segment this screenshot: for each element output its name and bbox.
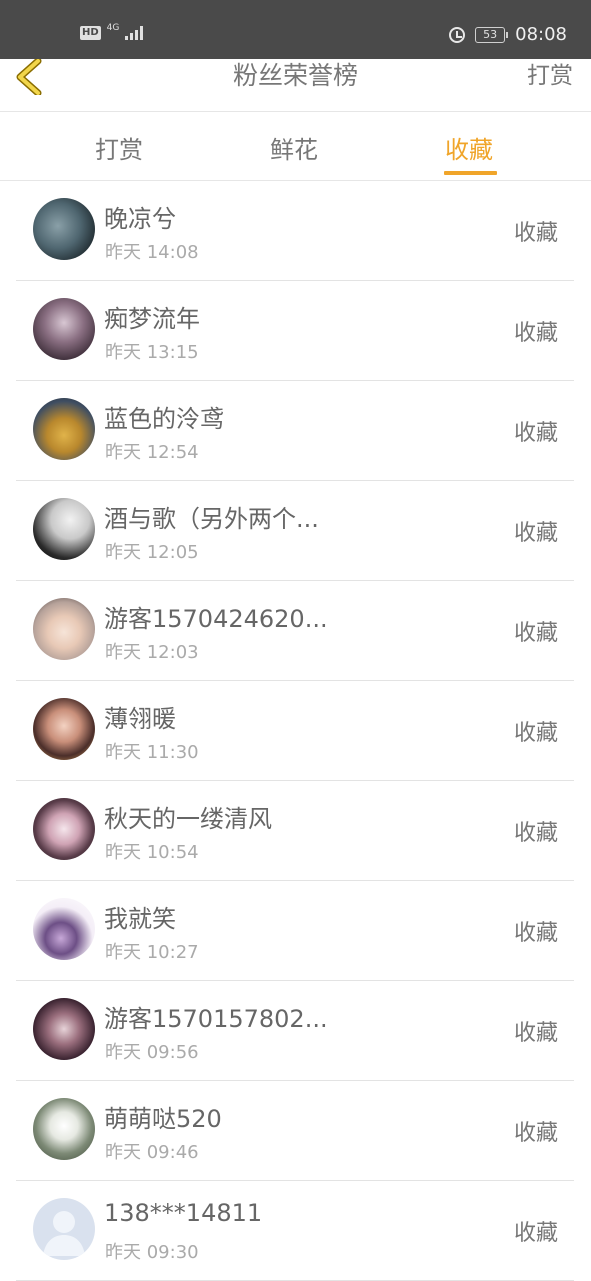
tab-flowers[interactable]: 鲜花 xyxy=(270,130,318,165)
fan-time: 昨天 12:05 xyxy=(105,542,199,563)
avatar xyxy=(33,1098,95,1160)
avatar xyxy=(33,998,95,1060)
default-avatar-icon xyxy=(43,1211,85,1256)
list-item[interactable]: 我就笑 昨天 10:27 收藏 xyxy=(16,881,574,981)
signal-icon xyxy=(125,26,144,40)
fan-action: 收藏 xyxy=(513,521,558,546)
tab-bar: 打赏 鲜花 收藏 xyxy=(0,112,591,181)
status-right: 53 08:08 xyxy=(449,24,567,45)
fan-name: 秋天的一缕清风 xyxy=(104,805,272,833)
list-item[interactable]: 酒与歌（另外两个... 昨天 12:05 收藏 xyxy=(16,481,574,581)
avatar xyxy=(33,598,95,660)
hd-badge: HD xyxy=(80,26,101,40)
avatar xyxy=(33,298,95,360)
fan-time: 昨天 13:15 xyxy=(105,342,199,363)
avatar xyxy=(33,798,95,860)
fan-action: 收藏 xyxy=(513,321,558,346)
fan-name: 游客1570424620... xyxy=(104,605,328,633)
fan-list: 晚凉兮 昨天 14:08 收藏 痴梦流年 昨天 13:15 收藏 蓝色的泠鸢 昨… xyxy=(16,181,574,1281)
fan-action: 收藏 xyxy=(513,421,558,446)
fan-name: 我就笑 xyxy=(104,905,176,933)
tab-active-indicator xyxy=(444,171,497,175)
list-item[interactable]: 游客1570157802... 昨天 09:56 收藏 xyxy=(16,981,574,1081)
fan-time: 昨天 09:46 xyxy=(105,1142,199,1163)
fan-time: 昨天 10:27 xyxy=(105,942,199,963)
fan-action: 收藏 xyxy=(513,921,558,946)
avatar xyxy=(33,698,95,760)
fan-time: 昨天 14:08 xyxy=(105,242,199,263)
status-bar: HD 4G 53 08:08 xyxy=(0,0,591,59)
fan-time: 昨天 09:56 xyxy=(105,1042,199,1063)
fan-name: 游客1570157802... xyxy=(104,1005,328,1033)
list-item[interactable]: 游客1570424620... 昨天 12:03 收藏 xyxy=(16,581,574,681)
battery-icon: 53 xyxy=(475,26,509,43)
fan-name: 薄翎暖 xyxy=(104,705,176,733)
fan-name: 痴梦流年 xyxy=(104,305,200,333)
avatar xyxy=(33,1198,95,1260)
list-item[interactable]: 秋天的一缕清风 昨天 10:54 收藏 xyxy=(16,781,574,881)
fan-name: 酒与歌（另外两个... xyxy=(104,505,319,533)
battery-level: 53 xyxy=(483,28,498,41)
fan-time: 昨天 12:54 xyxy=(105,442,199,463)
fan-name: 138***14811 xyxy=(104,1199,263,1227)
avatar xyxy=(33,898,95,960)
fan-time: 昨天 10:54 xyxy=(105,842,199,863)
status-left: HD 4G xyxy=(80,22,144,40)
page-title: 粉丝荣誉榜 xyxy=(232,61,358,90)
clock: 08:08 xyxy=(515,24,567,45)
fan-action: 收藏 xyxy=(513,221,558,246)
fan-action: 收藏 xyxy=(513,721,558,746)
tab-reward[interactable]: 打赏 xyxy=(95,130,143,165)
list-item[interactable]: 晚凉兮 昨天 14:08 收藏 xyxy=(16,181,574,281)
network-type: 4G xyxy=(106,22,120,33)
fan-action: 收藏 xyxy=(513,1221,558,1246)
fan-time: 昨天 09:30 xyxy=(105,1242,199,1263)
fan-time: 昨天 11:30 xyxy=(105,742,199,763)
list-item[interactable]: 蓝色的泠鸢 昨天 12:54 收藏 xyxy=(16,381,574,481)
fan-action: 收藏 xyxy=(513,621,558,646)
header: 粉丝荣誉榜 打赏 xyxy=(0,57,591,112)
fan-action: 收藏 xyxy=(513,1021,558,1046)
list-item[interactable]: 138***14811 昨天 09:30 收藏 xyxy=(16,1181,574,1281)
list-item[interactable]: 薄翎暖 昨天 11:30 收藏 xyxy=(16,681,574,781)
fan-name: 蓝色的泠鸢 xyxy=(104,405,224,433)
avatar xyxy=(33,198,95,260)
tab-favorites[interactable]: 收藏 xyxy=(445,130,493,165)
list-item[interactable]: 萌萌哒520 昨天 09:46 收藏 xyxy=(16,1081,574,1181)
fan-action: 收藏 xyxy=(513,821,558,846)
alarm-icon xyxy=(449,26,466,43)
fan-name: 晚凉兮 xyxy=(104,205,176,233)
fan-action: 收藏 xyxy=(513,1121,558,1146)
fan-name: 萌萌哒520 xyxy=(104,1105,222,1133)
fan-time: 昨天 12:03 xyxy=(105,642,199,663)
avatar xyxy=(33,398,95,460)
avatar xyxy=(33,498,95,560)
reward-button[interactable]: 打赏 xyxy=(527,59,573,93)
list-item[interactable]: 痴梦流年 昨天 13:15 收藏 xyxy=(16,281,574,381)
